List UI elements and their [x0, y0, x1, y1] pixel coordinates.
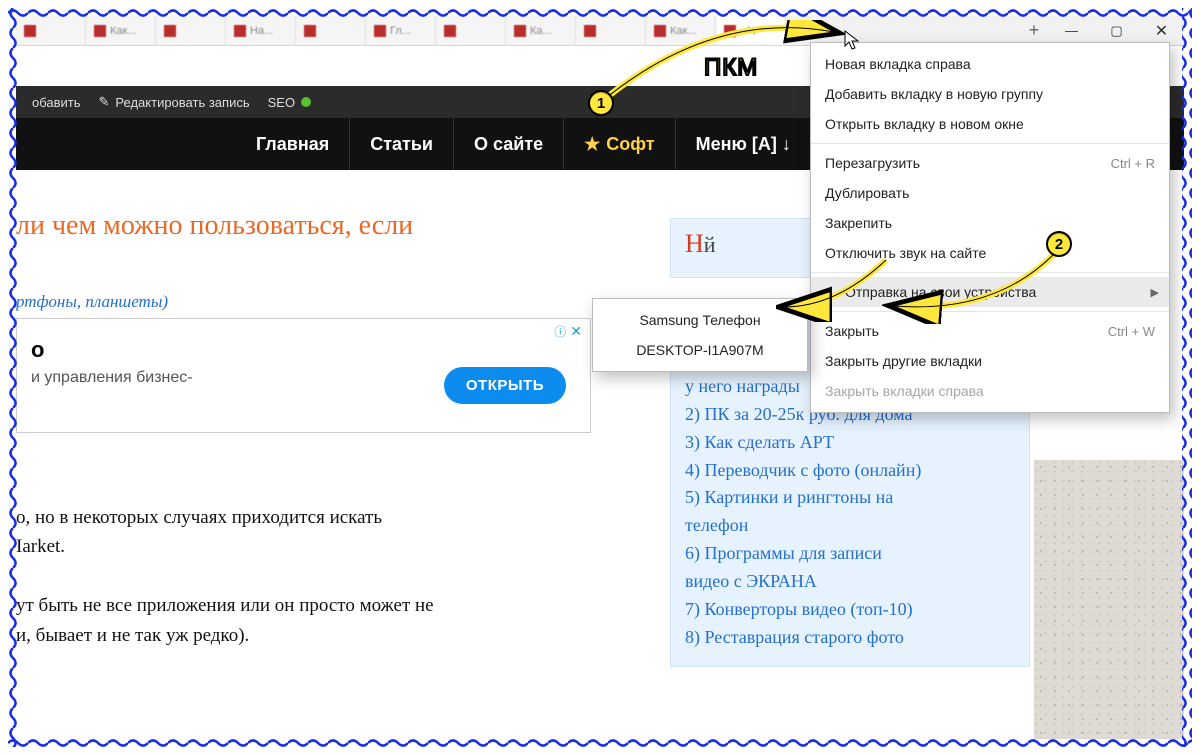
tab[interactable] [156, 16, 226, 45]
tab[interactable]: Как... [86, 16, 156, 45]
nav-articles[interactable]: Статьи [350, 118, 454, 170]
tab[interactable] [16, 16, 86, 45]
ctx-pin[interactable]: Закрепить [811, 208, 1169, 238]
main-column: ли чем можно пользоваться, если ртфоны, … [16, 200, 606, 650]
ctx-open-new-window[interactable]: Открыть вкладку в новом окне [811, 109, 1169, 139]
tab[interactable] [296, 16, 366, 45]
annotation-badge-1: 1 [588, 90, 614, 116]
pencil-icon: ✎ [99, 94, 110, 110]
close-window-button[interactable]: ✕ [1139, 16, 1184, 45]
tab[interactable] [436, 16, 506, 45]
maximize-button[interactable]: ▢ [1094, 16, 1139, 45]
sidebar-link[interactable]: 6) Программы для записи [685, 540, 1015, 568]
ctx-close-right: Закрыть вкладки справа [811, 376, 1169, 406]
sidebar-link[interactable]: 3) Как сделать АРТ [685, 429, 1015, 457]
favicon-icon [724, 25, 736, 37]
ad-title: о [31, 337, 576, 363]
wp-seo-button[interactable]: SEO [268, 95, 311, 110]
nav-home[interactable]: Главная [236, 118, 350, 170]
star-icon: ★ [584, 134, 600, 155]
favicon-icon [654, 25, 666, 37]
cursor-icon [844, 30, 862, 52]
tab[interactable] [576, 16, 646, 45]
nav-about[interactable]: О сайте [454, 118, 564, 170]
sidebar-link[interactable]: 5) Картинки и рингтоны на [685, 484, 1015, 512]
ctx-duplicate[interactable]: Дублировать [811, 178, 1169, 208]
favicon-icon [444, 25, 456, 37]
nav-menu[interactable]: Меню [A] ↓ [676, 118, 812, 170]
submenu-device-desktop[interactable]: DESKTOP-I1A907M [593, 335, 807, 365]
annotation-badge-2: 2 [1046, 231, 1072, 257]
sidebar-link[interactable]: телефон [685, 512, 1015, 540]
tab[interactable]: Как... [646, 16, 716, 45]
ad-controls: ⓘ ✕ [554, 323, 582, 340]
favicon-icon [584, 25, 596, 37]
article-body: о, но в некоторых случаях приходится иск… [16, 503, 606, 650]
new-tab-button[interactable]: + [1019, 16, 1049, 45]
sidebar-link[interactable]: 4) Переводчик с фото (онлайн) [685, 457, 1015, 485]
wp-edit-button[interactable]: ✎Редактировать запись [99, 94, 250, 110]
favicon-icon [94, 25, 106, 37]
tab[interactable]: Гл... [366, 16, 436, 45]
ctx-new-tab-right[interactable]: Новая вкладка справа [811, 49, 1169, 79]
tab[interactable]: Ка... [506, 16, 576, 45]
ctx-reload[interactable]: ПерезагрузитьCtrl + R [811, 148, 1169, 178]
seo-status-icon [301, 97, 311, 107]
favicon-icon [234, 25, 246, 37]
nav-soft[interactable]: ★Софт [564, 118, 675, 170]
tab-active[interactable]: ✕ [716, 16, 786, 45]
ctx-separator [811, 272, 1169, 273]
tab-strip: Как... На... Гл... Ка... Как... ✕ [16, 16, 1019, 45]
ad-close-icon[interactable]: ✕ [570, 323, 582, 340]
tab[interactable]: На... [226, 16, 296, 45]
sidebar-link[interactable]: 8) Реставрация старого фото [685, 624, 1015, 652]
ad-block: ⓘ ✕ о и управления бизнес- ОТКРЫТЬ [16, 318, 591, 433]
ctx-send-to-devices[interactable]: Отправка на свои устройства ▶ [811, 277, 1169, 307]
favicon-icon [24, 25, 36, 37]
favicon-icon [514, 25, 526, 37]
tab-context-menu: Новая вкладка справа Добавить вкладку в … [810, 42, 1170, 413]
window-controls: — ▢ ✕ [1049, 16, 1184, 45]
browser-window: Как... На... Гл... Ка... Как... ✕ + — ▢ … [16, 16, 1184, 739]
sidebar-link[interactable]: 7) Конверторы видео (топ-10) [685, 596, 1015, 624]
send-devices-submenu: Samsung Телефон DESKTOP-I1A907M [592, 298, 808, 372]
sidebar-link[interactable]: видео с ЭКРАНА [685, 568, 1015, 596]
minimize-button[interactable]: — [1049, 16, 1094, 45]
submenu-device-phone[interactable]: Samsung Телефон [593, 305, 807, 335]
favicon-icon [164, 25, 176, 37]
ctx-close-others[interactable]: Закрыть другие вкладки [811, 346, 1169, 376]
ctx-mute[interactable]: Отключить звук на сайте [811, 238, 1169, 268]
ad-info-icon[interactable]: ⓘ [554, 323, 566, 340]
favicon-icon [304, 25, 316, 37]
favicon-icon [374, 25, 386, 37]
category-link[interactable]: ртфоны, планшеты) [16, 292, 606, 312]
ctx-close[interactable]: ЗакрытьCtrl + W [811, 316, 1169, 346]
texture-image [1034, 460, 1184, 739]
ctx-add-to-group[interactable]: Добавить вкладку в новую группу [811, 79, 1169, 109]
ctx-separator [811, 311, 1169, 312]
wp-add-button[interactable]: обавить [26, 95, 81, 110]
ad-open-button[interactable]: ОТКРЫТЬ [444, 367, 566, 404]
ctx-separator [811, 143, 1169, 144]
tab-close-icon[interactable]: ✕ [746, 24, 757, 37]
chevron-right-icon: ▶ [1151, 286, 1159, 299]
annotation-pkm-label: ПКМ [704, 54, 758, 82]
page-title: ли чем можно пользоваться, если [16, 200, 606, 262]
